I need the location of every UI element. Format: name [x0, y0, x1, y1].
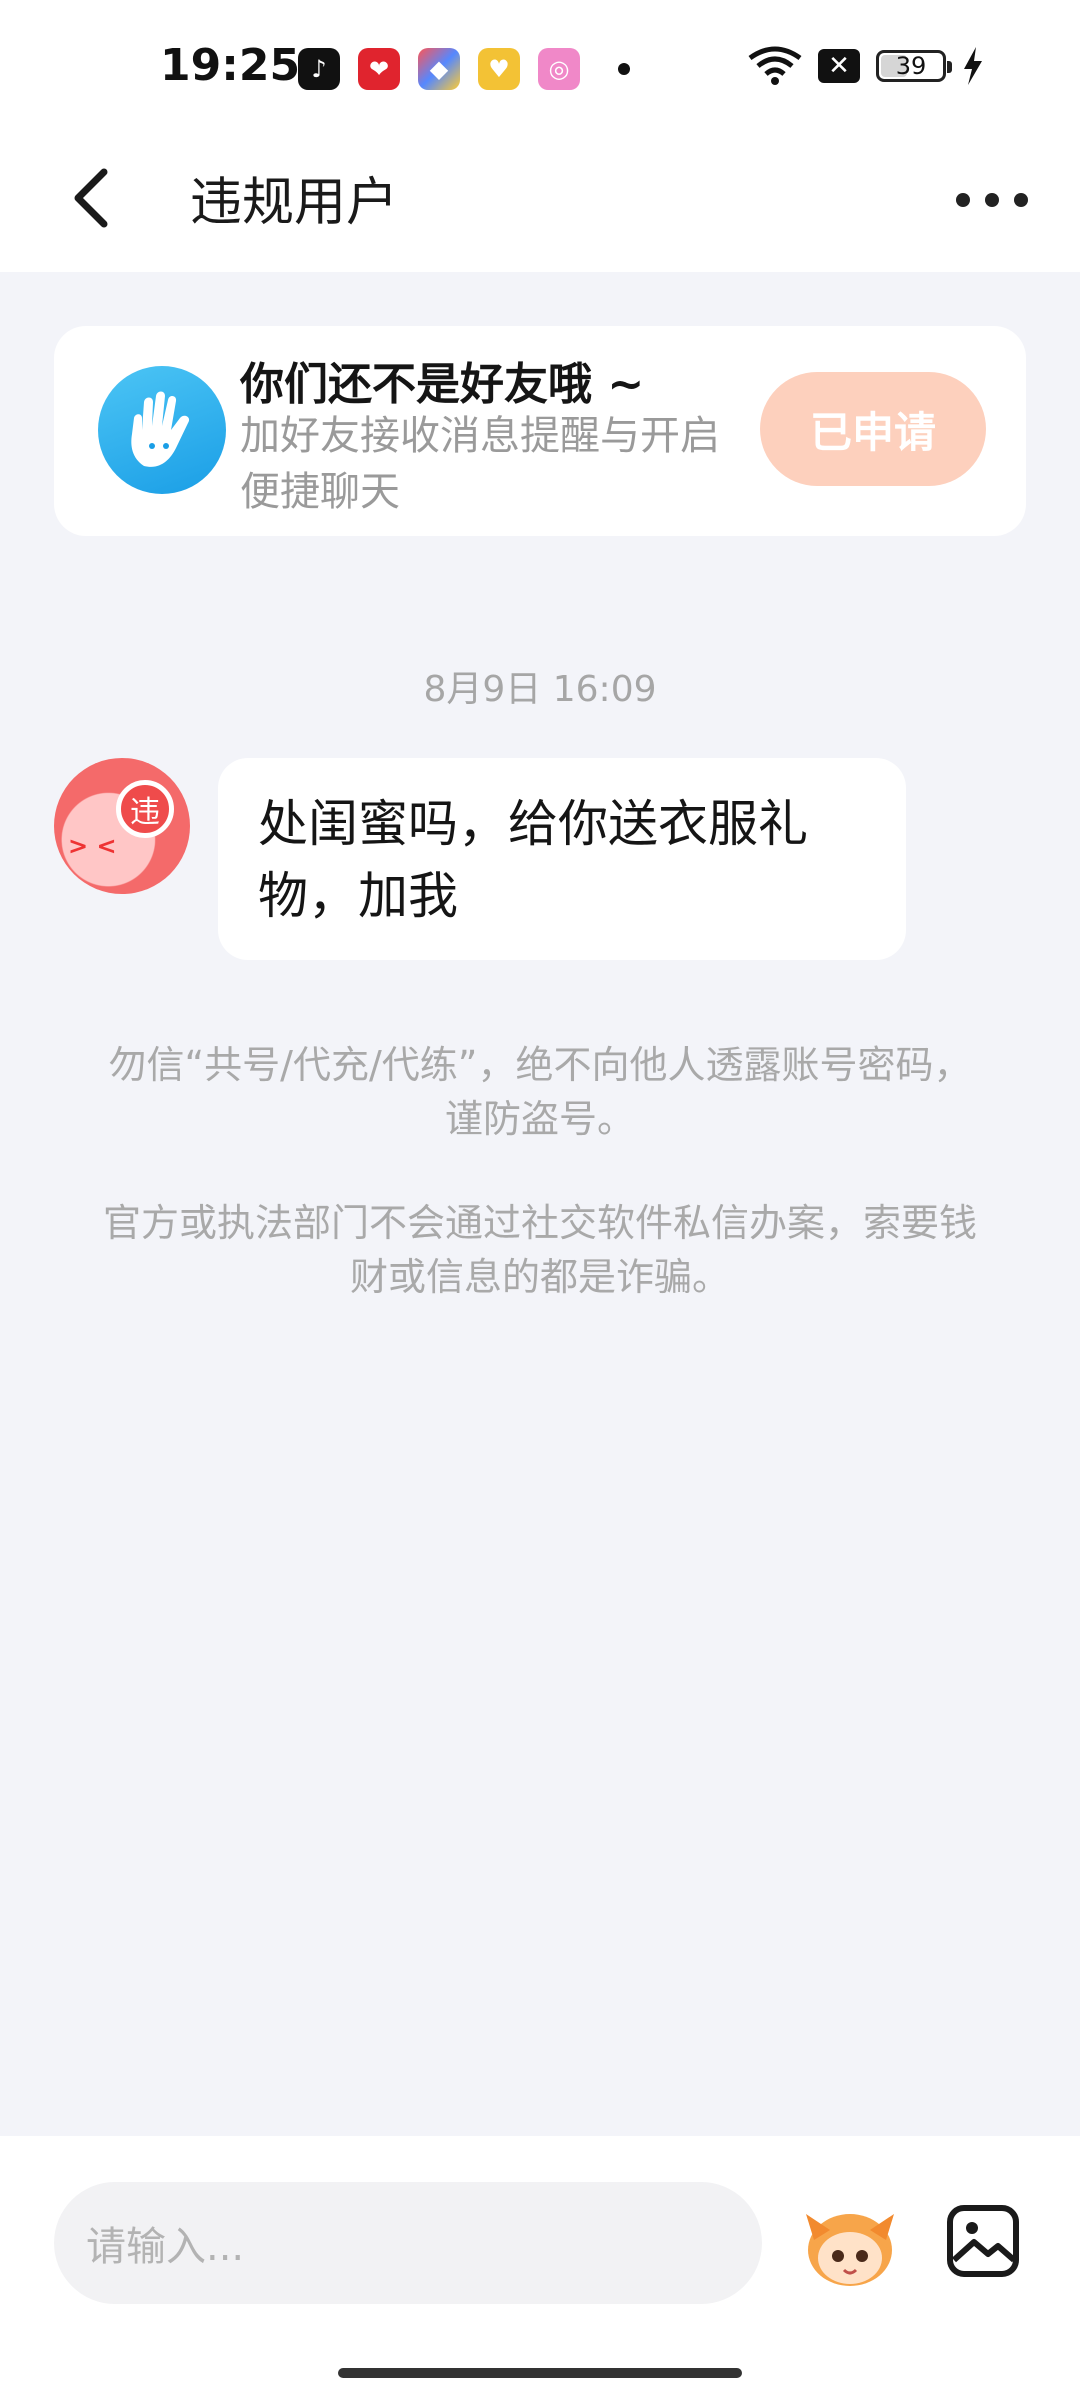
message-input[interactable]: 请输入...	[54, 2182, 762, 2304]
yellow-heart-app-icon: ♥	[478, 48, 520, 90]
wifi-icon	[748, 46, 802, 85]
emoji-mascot-icon[interactable]	[800, 2200, 900, 2290]
hand-wave-icon	[98, 366, 226, 494]
tiktok-icon: ♪	[298, 48, 340, 90]
home-indicator[interactable]	[338, 2368, 742, 2378]
heart-app-icon: ❤	[358, 48, 400, 90]
message-bubble[interactable]: 处闺蜜吗，给你送衣服礼物，加我	[218, 758, 906, 960]
friend-card-subtitle: 加好友接收消息提醒与开启便捷聊天	[240, 413, 720, 515]
more-options-icon[interactable]	[956, 180, 1028, 220]
charging-icon	[964, 47, 982, 85]
safety-notice-fraud: 官方或执法部门不会通过社交软件私信办案，索要钱财或信息的都是诈骗。	[102, 1201, 977, 1299]
notification-dot-icon	[618, 63, 630, 75]
sender-avatar[interactable]: > < 违	[54, 758, 190, 894]
friend-request-card: 你们还不是好友哦 ~ 加好友接收消息提醒与开启便捷聊天 已申请	[54, 326, 1026, 536]
no-sim-icon: ✕	[818, 49, 860, 83]
battery-level: 39	[895, 52, 927, 80]
pink-camera-app-icon: ◎	[538, 48, 580, 90]
multicolor-app-icon: ◆	[418, 48, 460, 90]
avatar-face: > <	[68, 832, 117, 860]
status-bar: 19:25 ♪ ❤ ◆ ♥ ◎ ✕ 39	[0, 0, 1080, 130]
safety-notice-account: 勿信“共号/代充/代练”，绝不向他人透露账号密码，谨防盗号。	[108, 1043, 972, 1141]
back-arrow-icon[interactable]	[62, 158, 122, 238]
battery-icon: 39	[876, 50, 952, 82]
message-timestamp: 8月9日 16:09	[423, 669, 657, 710]
input-bar: 请输入...	[0, 2136, 1080, 2400]
friend-card-title: 你们还不是好友哦 ~	[240, 359, 645, 410]
status-app-icons: ♪ ❤ ◆ ♥ ◎	[298, 48, 630, 90]
applied-button[interactable]: 已申请	[760, 372, 986, 486]
status-right-icons: ✕ 39	[748, 46, 984, 86]
page-title: 违规用户	[190, 173, 399, 233]
image-picker-icon[interactable]	[946, 2204, 1020, 2278]
status-time: 19:25	[160, 40, 301, 91]
chat-header: 违规用户	[0, 130, 1080, 272]
violation-badge: 违	[116, 780, 174, 838]
